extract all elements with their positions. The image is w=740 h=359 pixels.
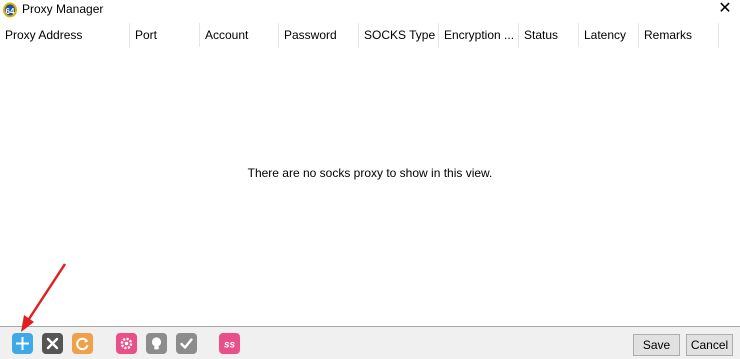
column-header-account[interactable]: Account: [200, 23, 279, 47]
check-icon: [180, 338, 193, 349]
svg-text:64: 64: [6, 7, 15, 16]
refresh-icon: [76, 337, 89, 351]
lightbulb-icon: [151, 337, 162, 350]
column-header-password[interactable]: Password: [279, 23, 359, 47]
column-header-row: Proxy Address Port Account Password SOCK…: [0, 23, 740, 47]
column-header-filler: [719, 23, 740, 47]
title-bar: 64 Proxy Manager ✕: [0, 0, 740, 20]
save-button[interactable]: Save: [633, 334, 680, 356]
shadowsocks-icon: ss: [224, 340, 236, 351]
empty-list-message: There are no socks proxy to show in this…: [247, 166, 493, 180]
bottom-toolbar: ss Save Cancel: [0, 326, 740, 359]
column-header-remarks[interactable]: Remarks: [639, 23, 719, 47]
close-button[interactable]: ✕: [714, 0, 736, 19]
check-button[interactable]: [176, 333, 197, 354]
delete-icon: [46, 337, 59, 350]
column-header-socks-type[interactable]: SOCKS Type: [359, 23, 439, 47]
settings-button[interactable]: [116, 333, 137, 354]
settings-icon: [120, 337, 133, 350]
column-header-proxy-address[interactable]: Proxy Address: [0, 23, 130, 47]
lightbulb-button[interactable]: [146, 333, 167, 354]
cancel-button[interactable]: Cancel: [686, 334, 733, 356]
column-header-encryption[interactable]: Encryption ...: [439, 23, 519, 47]
proxy-list[interactable]: Proxy Address Port Account Password SOCK…: [0, 20, 740, 326]
refresh-button[interactable]: [72, 333, 93, 354]
column-header-port[interactable]: Port: [130, 23, 200, 47]
app-icon: 64: [3, 2, 17, 18]
add-proxy-button[interactable]: [12, 333, 33, 354]
add-icon: [16, 337, 29, 350]
svg-text:ss: ss: [224, 340, 236, 351]
column-header-latency[interactable]: Latency: [579, 23, 639, 47]
column-header-status[interactable]: Status: [519, 23, 579, 47]
delete-proxy-button[interactable]: [42, 333, 63, 354]
shadowsocks-button[interactable]: ss: [219, 333, 240, 354]
window-title: Proxy Manager: [22, 2, 104, 16]
